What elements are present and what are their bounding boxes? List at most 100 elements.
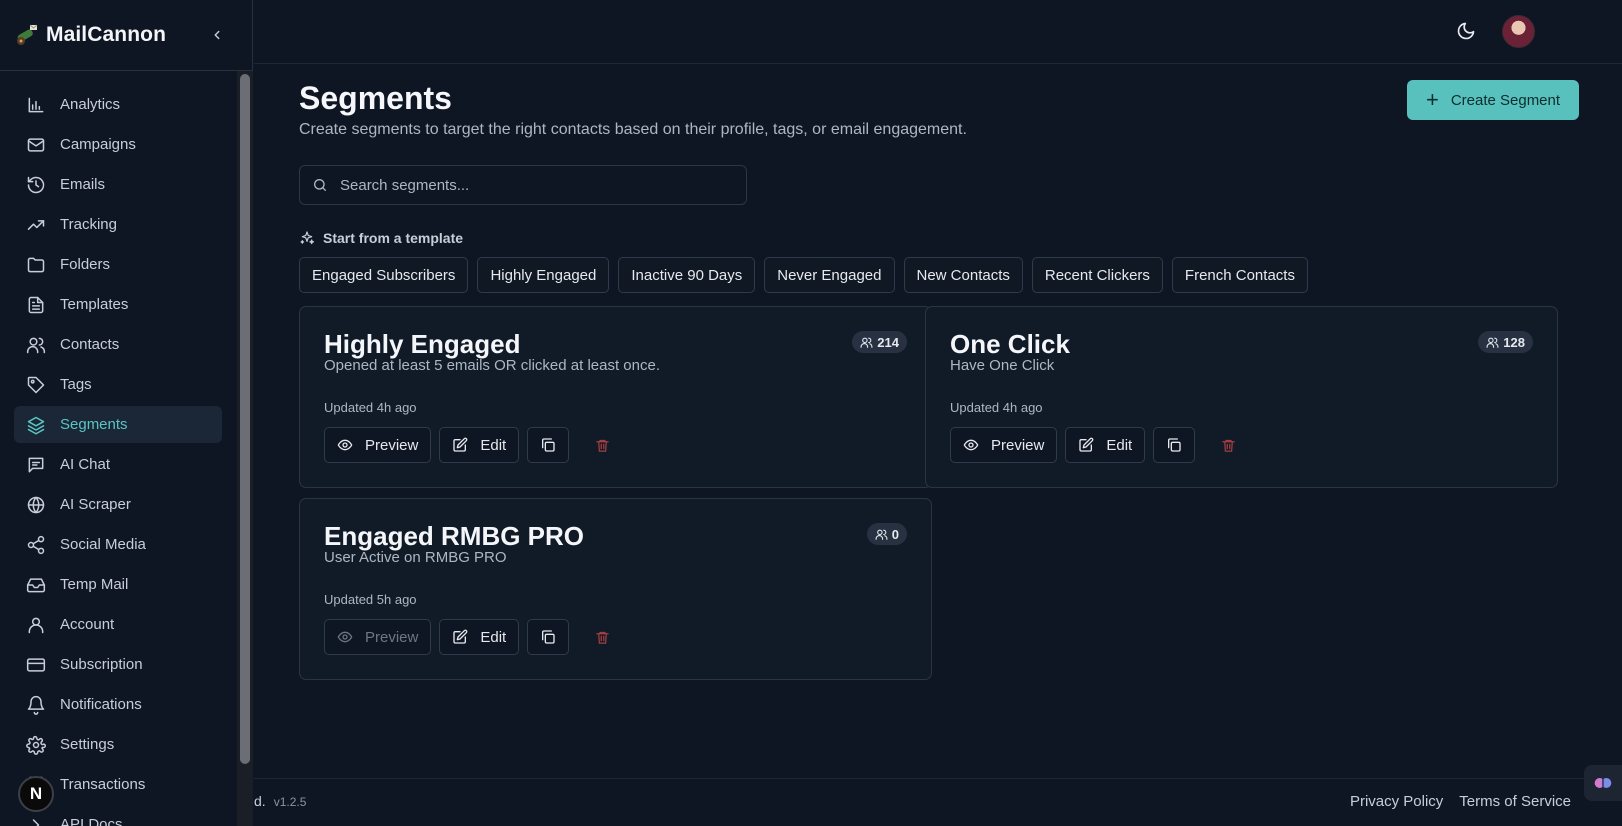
delete-button[interactable]: [1215, 427, 1241, 463]
sidebar-item-analytics[interactable]: Analytics: [14, 86, 222, 123]
preview-label: Preview: [365, 628, 419, 646]
preview-button: Preview: [324, 619, 432, 655]
template-button-highly-engaged[interactable]: Highly Engaged: [477, 257, 610, 293]
segment-actions: Preview Edit: [324, 427, 615, 463]
page-subtitle: Create segments to target the right cont…: [299, 121, 967, 138]
search-input[interactable]: [340, 176, 720, 194]
search-box: [299, 165, 747, 205]
sidebar-item-ai-chat[interactable]: AI Chat: [14, 446, 222, 483]
sidebar-item-settings[interactable]: Settings: [14, 726, 222, 763]
contact-count-badge: 214: [852, 331, 907, 353]
contact-count-badge: 128: [1478, 331, 1533, 353]
message-icon: [28, 457, 44, 472]
trending-up-icon: [27, 219, 45, 230]
sidebar-scrollbar-thumb[interactable]: [240, 74, 250, 764]
history-icon: [27, 176, 45, 193]
cannon-logo-icon: [17, 24, 38, 45]
sidebar-item-emails[interactable]: Emails: [14, 166, 222, 203]
sidebar-item-label: Tags: [60, 376, 92, 393]
sidebar-item-ai-scraper[interactable]: AI Scraper: [14, 486, 222, 523]
gear-icon: [26, 735, 46, 755]
terms-of-service-link[interactable]: Terms of Service: [1459, 793, 1571, 810]
template-button-new-contacts[interactable]: New Contacts: [903, 257, 1023, 293]
app-name: MailCannon: [46, 23, 166, 46]
sidebar-item-contacts[interactable]: Contacts: [14, 326, 222, 363]
segment-actions: Preview Edit: [950, 427, 1241, 463]
duplicate-button[interactable]: [527, 619, 570, 655]
users-icon: [875, 529, 888, 540]
edit-button[interactable]: Edit: [439, 619, 520, 655]
trash-icon: [595, 631, 609, 644]
trash-icon: [595, 439, 609, 452]
sidebar-item-templates[interactable]: Templates: [14, 286, 222, 323]
chevron-right-icon: [32, 818, 40, 826]
delete-button[interactable]: [589, 427, 615, 463]
copy-icon: [1168, 438, 1181, 452]
segment-description: Have One Click: [950, 357, 1055, 374]
templates-heading-label: Start from a template: [323, 230, 464, 246]
users-icon: [26, 337, 46, 353]
n-badge-button[interactable]: N: [18, 776, 54, 812]
segment-card: Highly Engaged Opened at least 5 emails O…: [299, 306, 932, 488]
moon-icon[interactable]: [1456, 21, 1476, 41]
template-button-recent-clickers[interactable]: Recent Clickers: [1031, 257, 1163, 293]
version-label: v1.2.5: [273, 795, 307, 809]
mail-icon: [27, 137, 45, 152]
edit-label: Edit: [480, 436, 507, 454]
brand-header: MailCannon: [0, 0, 252, 71]
search-icon: [314, 179, 326, 191]
preview-label: Preview: [365, 436, 419, 454]
template-button-never-engaged[interactable]: Never Engaged: [764, 257, 895, 293]
edit-button[interactable]: Edit: [1065, 427, 1146, 463]
segment-updated: Updated 4h ago: [950, 400, 1043, 415]
segment-description: Opened at least 5 emails OR clicked at l…: [324, 357, 661, 374]
sidebar-item-label: AI Chat: [60, 456, 111, 473]
footer-links: Privacy Policy Terms of Service: [1350, 793, 1571, 810]
privacy-policy-link[interactable]: Privacy Policy: [1350, 793, 1443, 810]
page-title: Segments: [299, 80, 452, 116]
eye-icon: [337, 439, 353, 451]
sidebar-item-folders[interactable]: Folders: [14, 246, 222, 283]
templates-heading: Start from a template: [299, 230, 463, 246]
sidebar-item-social-media[interactable]: Social Media: [14, 526, 222, 563]
segment-title: Engaged RMBG PRO: [324, 521, 585, 551]
sidebar-item-tags[interactable]: Tags: [14, 366, 222, 403]
preview-button[interactable]: Preview: [324, 427, 432, 463]
top-bar: [254, 0, 1622, 64]
credit-card-icon: [26, 657, 46, 672]
folder-icon: [27, 257, 45, 272]
sidebar-item-label: Campaigns: [60, 136, 136, 153]
sidebar-item-account[interactable]: Account: [14, 606, 222, 643]
contact-count-badge: 0: [866, 523, 907, 545]
edit-button[interactable]: Edit: [439, 427, 520, 463]
template-buttons: Engaged Subscribers Highly Engaged Inactiv…: [299, 257, 1308, 293]
sidebar-item-label: AI Scraper: [60, 496, 131, 513]
preview-button[interactable]: Preview: [950, 427, 1058, 463]
sidebar-item-campaigns[interactable]: Campaigns: [14, 126, 222, 163]
edit-icon: [453, 629, 468, 644]
globe-icon: [27, 496, 45, 513]
sidebar-item-tracking[interactable]: Tracking: [14, 206, 222, 243]
template-button-inactive-90-days[interactable]: Inactive 90 Days: [618, 257, 756, 293]
sidebar-item-temp-mail[interactable]: Temp Mail: [14, 566, 222, 603]
create-segment-label: Create Segment: [1450, 91, 1561, 109]
bar-chart-icon: [28, 97, 44, 112]
sidebar-item-label: Emails: [60, 176, 106, 193]
template-button-engaged-subscribers[interactable]: Engaged Subscribers: [299, 257, 469, 293]
duplicate-button[interactable]: [527, 427, 570, 463]
sidebar-item-label: API Docs: [60, 816, 123, 826]
template-button-french-contacts[interactable]: French Contacts: [1171, 257, 1308, 293]
user-avatar[interactable]: [1502, 15, 1535, 48]
sidebar-item-segments[interactable]: Segments: [14, 406, 222, 443]
ai-assistant-button[interactable]: [1584, 765, 1622, 801]
duplicate-button[interactable]: [1153, 427, 1196, 463]
create-segment-button[interactable]: + Create Segment: [1407, 80, 1579, 120]
segment-actions: Preview Edit: [324, 619, 615, 655]
users-icon: [860, 337, 873, 348]
delete-button[interactable]: [589, 619, 615, 655]
main-content: Segments Create segments to target the r…: [299, 80, 1579, 680]
sidebar-item-notifications[interactable]: Notifications: [14, 686, 222, 723]
sidebar-item-subscription[interactable]: Subscription: [14, 646, 222, 683]
collapse-sidebar-button[interactable]: [206, 24, 228, 46]
sidebar-item-label: Subscription: [60, 656, 143, 673]
